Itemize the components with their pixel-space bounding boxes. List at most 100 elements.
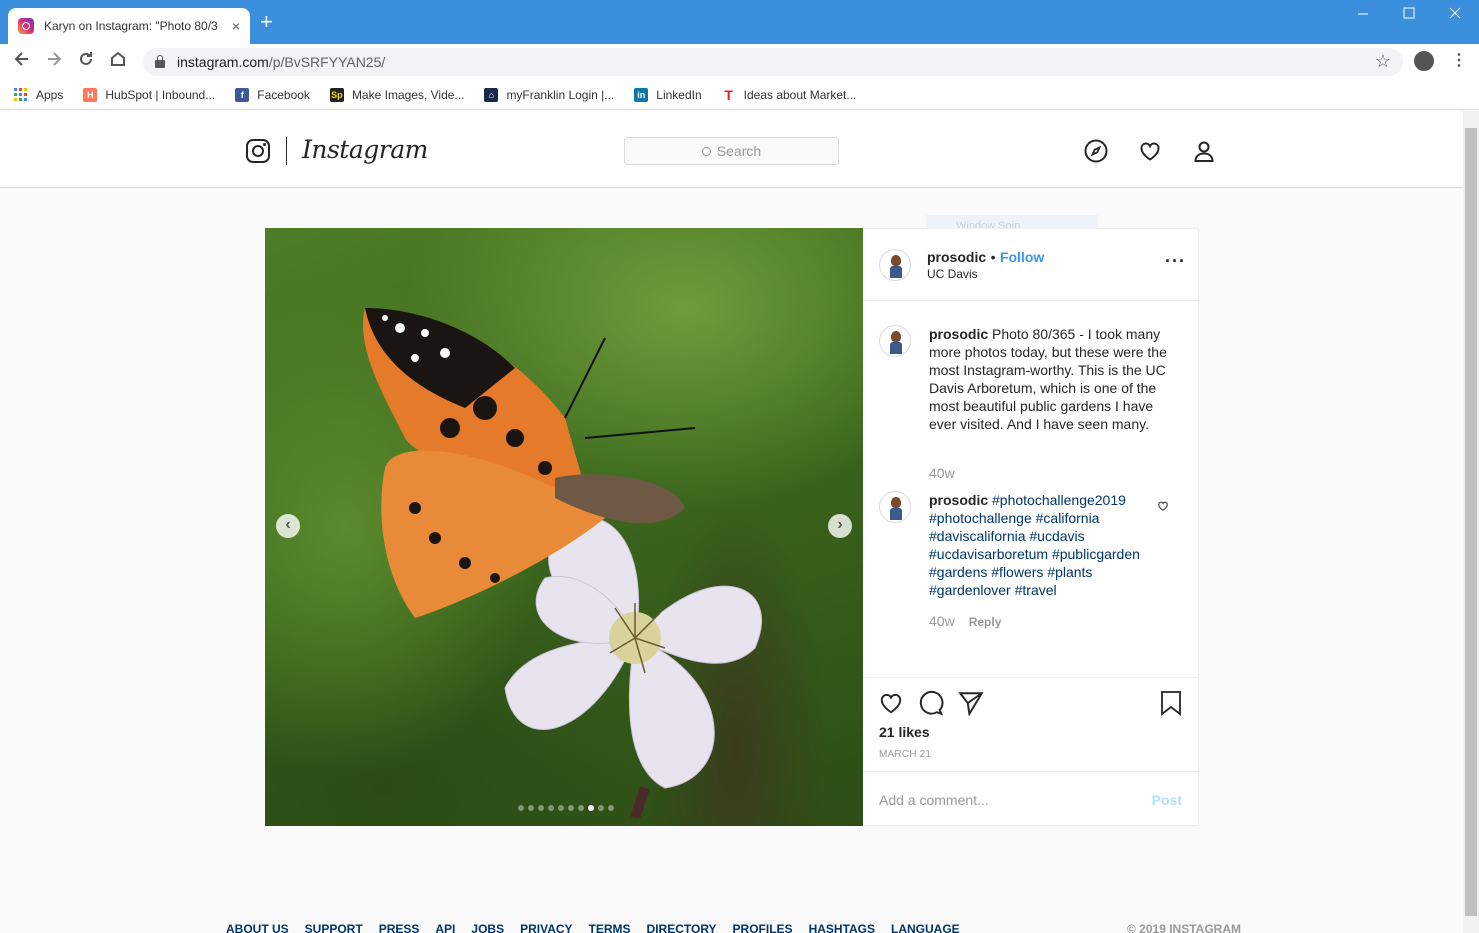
url-host: instagram.com xyxy=(177,54,269,70)
like-comment-heart-icon[interactable] xyxy=(1157,499,1169,517)
new-tab-icon[interactable]: + xyxy=(260,11,273,33)
carousel-dot xyxy=(568,805,574,811)
comment-timestamp[interactable]: 40w xyxy=(929,613,955,629)
instagram-camera-icon[interactable] xyxy=(246,139,270,163)
logo-divider xyxy=(286,137,287,165)
address-bar[interactable]: instagram.com/p/BvSRFYYAN25/ ☆ xyxy=(143,48,1403,76)
footer-link[interactable]: TERMS xyxy=(589,922,631,933)
bookmark-label: Ideas about Market... xyxy=(743,87,857,102)
profile-user-icon[interactable] xyxy=(1192,139,1216,163)
footer-link[interactable]: DIRECTORY xyxy=(647,922,717,933)
avatar[interactable] xyxy=(879,249,911,281)
carousel-dot xyxy=(588,805,594,811)
forward-arrow-icon[interactable] xyxy=(42,50,66,74)
home-icon[interactable] xyxy=(106,50,130,74)
footer-link[interactable]: ABOUT US xyxy=(226,922,289,933)
carousel-dot xyxy=(518,805,524,811)
search-icon xyxy=(701,147,711,156)
profile-avatar-icon[interactable] xyxy=(1414,51,1434,71)
footer-link[interactable]: HASHTAGS xyxy=(809,922,875,933)
scrollbar-thumb[interactable] xyxy=(1465,128,1477,916)
footer-link[interactable]: PRESS xyxy=(379,922,420,933)
carousel-prev-button[interactable]: ‹ xyxy=(276,514,300,538)
butterfly-illustration xyxy=(363,308,696,618)
carousel-dot xyxy=(608,805,614,811)
browser-toolbar: instagram.com/p/BvSRFYYAN25/ ☆ xyxy=(0,44,1479,80)
instagram-favicon-icon xyxy=(18,18,34,34)
post-photo[interactable]: ‹ › xyxy=(265,228,863,826)
caption-username[interactable]: prosodic xyxy=(929,326,988,342)
maximize-icon[interactable] xyxy=(1402,6,1416,25)
back-arrow-icon[interactable] xyxy=(10,50,34,74)
follow-button[interactable]: Follow xyxy=(1000,249,1044,265)
tab-title: Karyn on Instagram: "Photo 80/3 xyxy=(44,19,218,33)
more-options-icon[interactable]: ··· xyxy=(1165,251,1186,272)
reload-icon[interactable] xyxy=(74,50,98,74)
carousel-dot xyxy=(578,805,584,811)
bookmark-label: myFranklin Login |... xyxy=(506,87,615,102)
bookmark-hubspot[interactable]: H HubSpot | Inbound... xyxy=(83,87,216,102)
browser-tab[interactable]: Karyn on Instagram: "Photo 80/3 × xyxy=(8,8,250,44)
bookmark-label: Make Images, Vide... xyxy=(351,87,465,102)
minimize-icon[interactable] xyxy=(1356,6,1370,25)
like-heart-icon[interactable] xyxy=(878,690,904,721)
reply-button[interactable]: Reply xyxy=(969,615,1002,629)
bookmark-label: HubSpot | Inbound... xyxy=(105,87,216,102)
bookmark-spark[interactable]: Sp Make Images, Vide... xyxy=(329,87,465,102)
save-bookmark-icon[interactable] xyxy=(1159,690,1183,721)
instagram-header: Instagram Search xyxy=(0,111,1463,188)
linkedin-icon: in xyxy=(634,87,649,102)
carousel-dot xyxy=(558,805,564,811)
footer-link[interactable]: API xyxy=(435,922,455,933)
post-location[interactable]: UC Davis xyxy=(927,267,978,281)
close-window-icon[interactable] xyxy=(1448,6,1462,25)
bookmark-apps[interactable]: Apps xyxy=(14,87,63,102)
bookmark-myfranklin[interactable]: ⌂ myFranklin Login |... xyxy=(484,87,615,102)
browser-tab-bar: Karyn on Instagram: "Photo 80/3 × + xyxy=(0,0,1479,44)
avatar[interactable] xyxy=(879,325,911,357)
carousel-dot xyxy=(548,805,554,811)
franklin-icon: ⌂ xyxy=(484,87,499,102)
footer-links: ABOUT US SUPPORT PRESS API JOBS PRIVACY TERMS D… xyxy=(226,922,960,933)
bookmark-star-icon[interactable]: ☆ xyxy=(1375,51,1391,72)
comment-bubble-icon[interactable] xyxy=(918,690,944,721)
activity-heart-icon[interactable] xyxy=(1138,139,1162,163)
comment-meta: 40w Reply xyxy=(929,613,1001,629)
post-comment-button[interactable]: Post xyxy=(1152,792,1182,808)
carousel-next-button[interactable]: › xyxy=(828,514,852,538)
comment-username[interactable]: prosodic xyxy=(929,492,988,508)
carousel-dot xyxy=(528,805,534,811)
footer-link[interactable]: JOBS xyxy=(471,922,504,933)
search-input[interactable]: Search xyxy=(624,137,839,165)
comment: prosodic #photochallenge2019 #photochall… xyxy=(929,491,1149,599)
bookmark-ideas[interactable]: T Ideas about Market... xyxy=(722,86,857,103)
bookmark-label: Facebook xyxy=(257,87,310,102)
instagram-wordmark[interactable]: Instagram xyxy=(302,135,428,164)
footer-link[interactable]: SUPPORT xyxy=(305,922,363,933)
bookmark-linkedin[interactable]: in LinkedIn xyxy=(634,87,702,102)
search-placeholder: Search xyxy=(716,143,762,159)
lock-icon xyxy=(155,55,165,68)
post-details-panel: prosodic • Follow UC Davis ··· prosodic … xyxy=(863,228,1199,826)
add-comment-input[interactable]: Add a comment... xyxy=(879,792,989,808)
explore-compass-icon[interactable] xyxy=(1084,139,1108,163)
share-paper-plane-icon[interactable] xyxy=(958,690,984,721)
footer-link[interactable]: PROFILES xyxy=(733,922,793,933)
tab-close-icon[interactable]: × xyxy=(232,18,240,34)
avatar[interactable] xyxy=(879,491,911,523)
footer-link[interactable]: PRIVACY xyxy=(520,922,572,933)
bookmark-facebook[interactable]: f Facebook xyxy=(235,87,310,102)
likes-count[interactable]: 21 likes xyxy=(879,724,930,740)
t-icon: T xyxy=(724,86,733,103)
bookmark-label: LinkedIn xyxy=(656,87,702,102)
post-username[interactable]: prosodic xyxy=(927,249,986,265)
post-caption: prosodic Photo 80/365 - I took many more… xyxy=(929,325,1173,433)
browser-menu-icon[interactable]: ⋮ xyxy=(1451,50,1467,70)
separator-bullet: • xyxy=(990,249,996,265)
carousel-dot xyxy=(538,805,544,811)
caption-timestamp[interactable]: 40w xyxy=(929,465,955,481)
add-comment-section: Add a comment... Post xyxy=(863,771,1198,827)
footer-link[interactable]: LANGUAGE xyxy=(891,922,960,933)
spark-icon: Sp xyxy=(329,87,344,102)
bookmarks-bar: Apps H HubSpot | Inbound... f Facebook S… xyxy=(0,80,1479,110)
